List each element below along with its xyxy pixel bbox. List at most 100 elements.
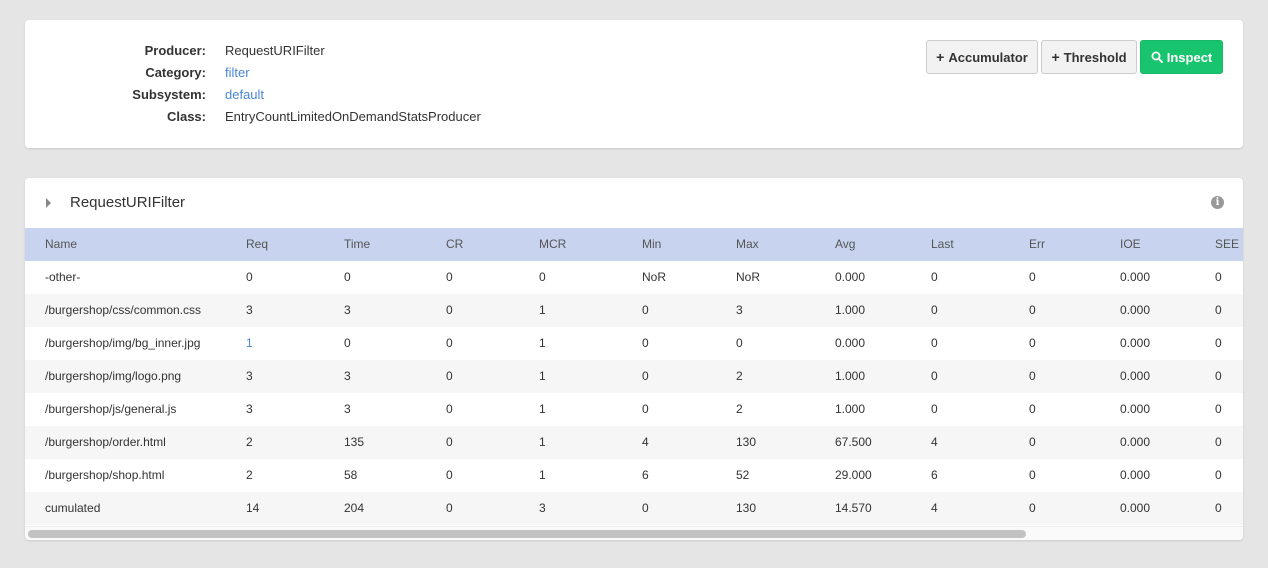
table-cell: 0 (642, 369, 649, 383)
table-cell: 130 (736, 501, 757, 515)
table-row[interactable]: /burgershop/shop.html 2 58 0 1 6 52 29.000 6 0 0.0… (25, 459, 1243, 492)
table-cell: 0 (1215, 402, 1222, 416)
table-cell: 67.500 (835, 435, 872, 449)
table-row[interactable]: /burgershop/css/common.css 3 3 0 1 0 3 1.000 0 0 0… (25, 294, 1243, 327)
row-name-cell[interactable]: /burgershop/css/common.css (45, 294, 201, 327)
column-header[interactable]: Avg (835, 228, 855, 261)
table-cell: 6 (642, 468, 649, 482)
table-cell: 14.570 (835, 501, 872, 515)
table-cell: 0 (642, 402, 649, 416)
row-name-cell[interactable]: cumulated (45, 492, 100, 525)
table-cell: 0 (446, 402, 453, 416)
table-row[interactable]: /burgershop/js/general.js 3 3 0 1 0 2 1.000 0 0 0.… (25, 393, 1243, 426)
table-cell: 3 (344, 402, 351, 416)
table-cell: 4 (931, 435, 938, 449)
table-cell: NoR (642, 270, 667, 284)
table-cell: 0 (344, 270, 351, 284)
caret-right-icon[interactable] (46, 198, 51, 208)
table-cell: 0 (446, 369, 453, 383)
table-cell: 3 (246, 303, 253, 317)
table-cell: 0 (539, 270, 546, 284)
column-header[interactable]: IOE (1120, 228, 1141, 261)
inspect-button-label: Inspect (1166, 49, 1213, 65)
producer-label: Producer: (144, 43, 206, 58)
table-cell: 0 (446, 501, 453, 515)
subsystem-link[interactable]: default (225, 86, 264, 104)
table-cell: 0 (642, 303, 649, 317)
table-row[interactable]: /burgershop/img/bg_inner.jpg 1 0 0 1 0 0 0.000 0… (25, 327, 1243, 360)
table-cell: 1 (539, 336, 546, 350)
table-cell: 2 (736, 402, 743, 416)
table-cell: 0 (1029, 336, 1036, 350)
table-cell: 0 (246, 270, 253, 284)
table-header-row: Name Req Time CR MCR Min Max Avg Last Err IOE SEE (25, 228, 1243, 261)
horizontal-scrollbar[interactable] (25, 526, 1243, 540)
plus-icon: + (936, 49, 945, 65)
column-header[interactable]: SEE (1215, 228, 1239, 261)
table-cell: 58 (344, 468, 358, 482)
table-cell: 0 (446, 435, 453, 449)
table-row[interactable]: -other- 0 0 0 0 NoR NoR 0.000 0 0 0.000 0 (25, 261, 1243, 294)
panel-title: RequestURIFilter (70, 194, 186, 211)
table-cell: 0.000 (835, 336, 866, 350)
table-cell: 3 (246, 369, 253, 383)
table-cell: NoR (736, 270, 761, 284)
table-cell: 1 (539, 468, 546, 482)
category-label: Category: (145, 65, 206, 80)
row-name-cell[interactable]: /burgershop/img/bg_inner.jpg (45, 327, 200, 360)
stats-table: Name Req Time CR MCR Min Max Avg Last Err IOE SEE -o… (25, 228, 1243, 525)
table-cell: 1.000 (835, 369, 866, 383)
info-circle-icon[interactable]: i (1211, 196, 1224, 209)
table-cell: 0 (1029, 501, 1036, 515)
column-header[interactable]: Last (931, 228, 954, 261)
column-header[interactable]: Err (1029, 228, 1045, 261)
scrollbar-thumb[interactable] (28, 530, 1026, 538)
class-label: Class: (166, 109, 206, 124)
threshold-button-label: Threshold (1063, 49, 1127, 65)
table-cell: 3 (539, 501, 546, 515)
threshold-button[interactable]: + Threshold (1041, 40, 1137, 74)
table-row[interactable]: /burgershop/order.html 2 135 0 1 4 130 67.500 4 0… (25, 426, 1243, 459)
panel-header[interactable]: RequestURIFilter i (25, 178, 1243, 228)
column-header[interactable]: Name (45, 228, 77, 261)
table-cell: 0 (931, 303, 938, 317)
table-cell: 1.000 (835, 303, 866, 317)
row-name-cell[interactable]: -other- (45, 261, 80, 294)
row-name-cell[interactable]: /burgershop/js/general.js (45, 393, 176, 426)
search-icon (1151, 51, 1163, 63)
table-row[interactable]: cumulated 14 204 0 3 0 130 14.570 4 0 0.000 0 (25, 492, 1243, 525)
table-cell: 0 (446, 336, 453, 350)
table-cell: 0 (1215, 435, 1222, 449)
column-header[interactable]: CR (446, 228, 463, 261)
accumulator-button[interactable]: + Accumulator (926, 40, 1038, 74)
table-cell: 0 (446, 468, 453, 482)
table-cell: 0 (1215, 501, 1222, 515)
table-cell: 0.000 (1120, 303, 1151, 317)
row-name-cell[interactable]: /burgershop/shop.html (45, 459, 164, 492)
table-cell: 3 (344, 369, 351, 383)
column-header[interactable]: Min (642, 228, 661, 261)
table-cell: 0 (736, 336, 743, 350)
table-cell: 0 (1029, 303, 1036, 317)
row-name-cell[interactable]: /burgershop/order.html (45, 426, 166, 459)
table-row[interactable]: /burgershop/img/logo.png 3 3 0 1 0 2 1.000 0 0 0.0… (25, 360, 1243, 393)
column-header[interactable]: MCR (539, 228, 566, 261)
column-header[interactable]: Max (736, 228, 759, 261)
table-cell: 0 (931, 369, 938, 383)
table-cell: 2 (246, 435, 253, 449)
table-cell: 1 (246, 336, 253, 350)
class-value: EntryCountLimitedOnDemandStatsProducer (225, 109, 481, 124)
table-cell: 0.000 (1120, 336, 1151, 350)
subsystem-label: Subsystem: (132, 87, 206, 102)
table-cell: 0 (1215, 468, 1222, 482)
table-cell: 0 (931, 336, 938, 350)
column-header[interactable]: Time (344, 228, 370, 261)
table-cell: 3 (344, 303, 351, 317)
table-cell: 0.000 (1120, 435, 1151, 449)
table-cell: 0 (1029, 369, 1036, 383)
row-name-cell[interactable]: /burgershop/img/logo.png (45, 360, 181, 393)
column-header[interactable]: Req (246, 228, 268, 261)
category-link[interactable]: filter (225, 64, 250, 82)
table-cell: 3 (246, 402, 253, 416)
inspect-button[interactable]: Inspect (1140, 40, 1223, 74)
